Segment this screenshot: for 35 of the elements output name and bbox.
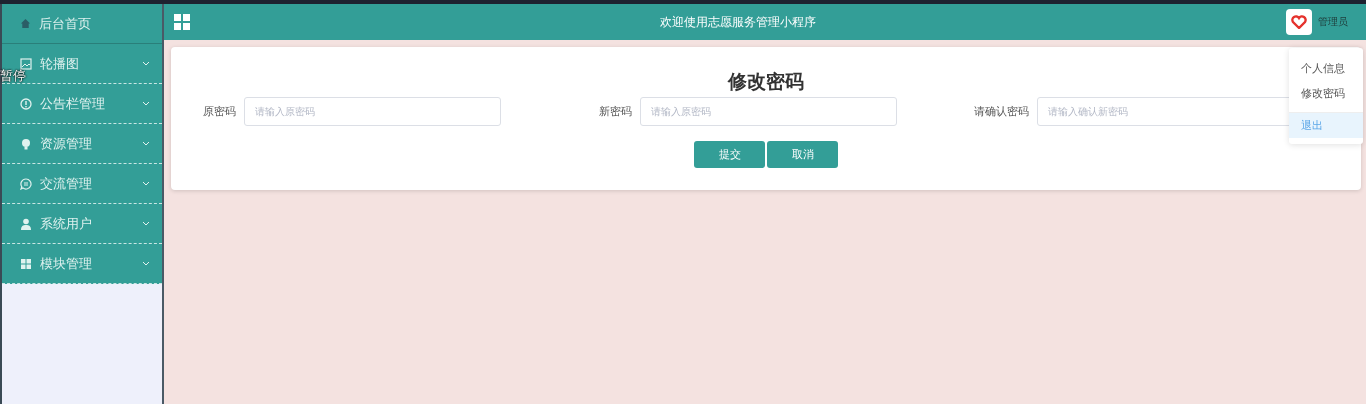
- header-title: 欢迎使用志愿服务管理小程序: [659, 13, 817, 31]
- field-label: 请确认密码: [974, 104, 1029, 119]
- sidebar-item[interactable]: 模块管理: [2, 244, 162, 284]
- chevron-down-icon: [142, 141, 150, 146]
- sidebar-item[interactable]: 公告栏管理: [2, 84, 162, 124]
- user-icon: [20, 217, 32, 230]
- chat-icon: [20, 177, 32, 190]
- password-field[interactable]: 请输入原密码: [243, 97, 501, 126]
- avatar[interactable]: [1286, 9, 1312, 35]
- grid-menu-icon[interactable]: [174, 14, 190, 30]
- form-title: 修改密码: [728, 69, 804, 94]
- chevron-down-icon: [142, 61, 150, 66]
- submit-button[interactable]: 提交: [694, 141, 765, 168]
- chevron-down-icon: [142, 101, 150, 106]
- sidebar-item[interactable]: 资源管理: [2, 124, 162, 164]
- menu-item[interactable]: 个人信息: [1289, 56, 1363, 81]
- image-icon: [20, 57, 32, 70]
- sidebar-item[interactable]: 交流管理: [2, 164, 162, 204]
- field-label: 原密码: [202, 104, 236, 119]
- home-icon: [20, 18, 31, 29]
- info-icon: [20, 97, 32, 110]
- chevron-down-icon: [142, 181, 150, 186]
- user-name[interactable]: 管理员: [1318, 15, 1348, 29]
- chevron-down-icon: [142, 221, 150, 226]
- grid-icon: [20, 257, 32, 270]
- cancel-button[interactable]: 取消: [767, 141, 838, 168]
- bulb-icon: [20, 137, 32, 150]
- heart-icon: [1291, 15, 1307, 29]
- password-field[interactable]: 请输入原密码: [640, 97, 898, 126]
- pause-label: 暂停: [0, 67, 26, 85]
- field-label: 新密码: [599, 104, 633, 119]
- sidebar-item[interactable]: 后台首页: [2, 4, 162, 44]
- chevron-down-icon: [142, 261, 150, 266]
- sidebar-item[interactable]: 系统用户: [2, 204, 162, 244]
- menu-item[interactable]: 退出: [1289, 112, 1363, 138]
